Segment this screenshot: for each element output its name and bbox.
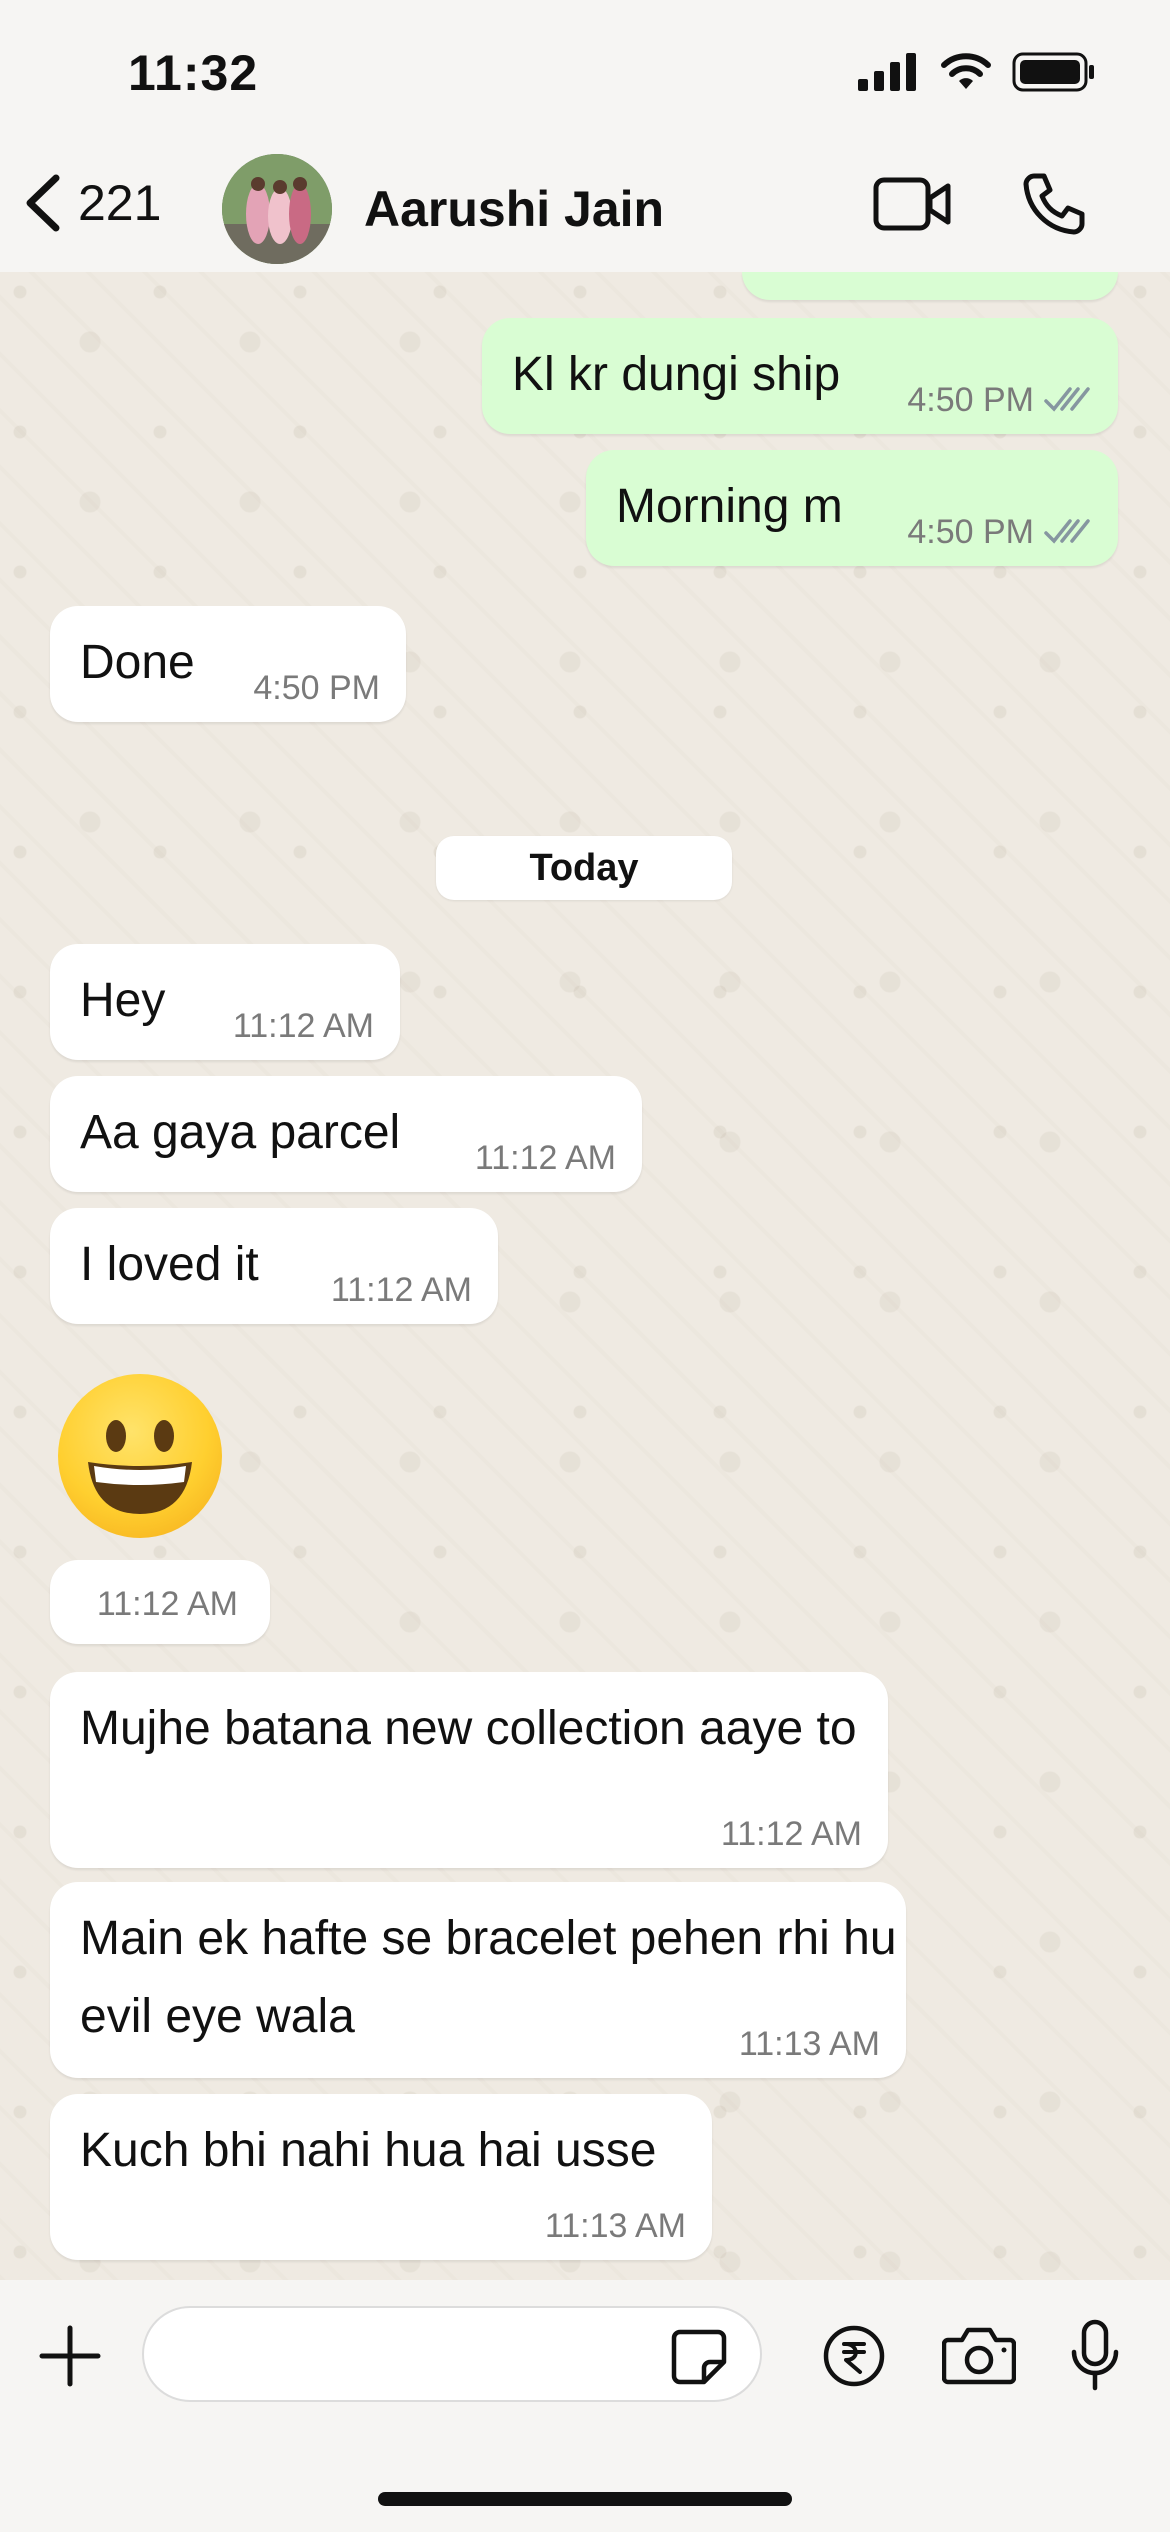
message-meta: 4:50 PM — [907, 512, 1092, 552]
message-meta: 11:12 AM — [475, 1138, 616, 1178]
mic-icon — [1071, 2319, 1119, 2391]
message-time: 11:13 AM — [544, 2207, 686, 2245]
message-time: 11:12 AM — [330, 1271, 472, 1309]
back-button[interactable]: 221 — [20, 172, 161, 234]
phone-icon — [1023, 173, 1085, 235]
avatar[interactable] — [222, 154, 332, 264]
grinning-face-icon — [88, 1420, 192, 1514]
message-bubble-incoming[interactable]: Mujhe batana new collection aaye to 11:1… — [50, 1672, 888, 1868]
rupee-icon — [823, 2325, 885, 2387]
camera-button[interactable] — [941, 2324, 1017, 2391]
message-text: Done — [80, 636, 195, 689]
message-bubble-clipped — [742, 272, 1118, 300]
message-text: Morning m — [616, 480, 843, 533]
grinning-face-emoji[interactable] — [58, 1374, 222, 1538]
message-meta: 4:50 PM — [907, 380, 1092, 420]
plus-icon — [39, 2325, 101, 2387]
status-bar: 11:32 — [0, 0, 1170, 150]
message-bubble-outgoing[interactable]: Morning m 4:50 PM — [586, 450, 1118, 566]
message-bubble-incoming[interactable]: I loved it 11:12 AM — [50, 1208, 498, 1324]
message-time: 11:12 AM — [474, 1139, 616, 1177]
message-text: Hey — [80, 974, 166, 1027]
message-meta: 11:13 AM — [545, 2206, 686, 2246]
message-time: 11:13 AM — [738, 2025, 880, 2063]
message-meta: 11:12 AM — [97, 1584, 238, 1624]
message-text: Mujhe batana new collection aaye to — [80, 1702, 857, 1755]
message-text: Aa gaya parcel — [80, 1106, 401, 1159]
message-bubble-incoming[interactable]: Kuch bhi nahi hua hai usse 11:13 AM — [50, 2094, 712, 2260]
sticker-icon — [671, 2329, 727, 2385]
message-time: 11:12 AM — [720, 1815, 862, 1853]
sticker-button[interactable] — [670, 2328, 728, 2391]
message-input-bar — [0, 2280, 1170, 2532]
unread-count: 221 — [78, 175, 162, 231]
message-bubble-incoming[interactable]: Main ek hafte se bracelet pehen rhi hu e… — [50, 1882, 906, 2078]
avatar-photo — [222, 154, 332, 264]
message-meta: 4:50 PM — [253, 668, 380, 708]
contact-name[interactable]: Aarushi Jain — [364, 180, 664, 238]
message-time: 4:50 PM — [253, 669, 380, 707]
message-meta: 11:12 AM — [721, 1814, 862, 1854]
message-bubble-incoming[interactable]: 11:12 AM — [50, 1560, 270, 1644]
message-bubble-outgoing[interactable]: Kl kr dungi ship 4:50 PM — [482, 318, 1118, 434]
attach-button[interactable] — [38, 2324, 102, 2393]
cellular-signal-icon — [858, 53, 916, 91]
message-bubble-incoming[interactable]: Aa gaya parcel 11:12 AM — [50, 1076, 642, 1192]
voice-message-button[interactable] — [1068, 2318, 1122, 2399]
chevron-left-icon — [26, 174, 60, 232]
message-meta: 11:12 AM — [331, 1270, 472, 1310]
message-bubble-incoming[interactable]: Hey 11:12 AM — [50, 944, 400, 1060]
message-time: 4:50 PM — [907, 381, 1034, 419]
message-time: 11:12 AM — [96, 1585, 238, 1623]
voice-call-button[interactable] — [1020, 170, 1086, 241]
day-separator: Today — [436, 836, 732, 900]
message-text: I loved it — [80, 1238, 259, 1291]
video-call-icon — [873, 177, 951, 231]
camera-icon — [941, 2327, 1017, 2385]
wifi-icon — [941, 53, 991, 89]
status-icons — [858, 52, 1096, 92]
message-time: 4:50 PM — [907, 513, 1034, 551]
status-time: 11:32 — [128, 45, 259, 101]
message-meta: 11:13 AM — [739, 2024, 880, 2064]
message-meta: 11:12 AM — [233, 1006, 374, 1046]
payment-button[interactable] — [822, 2324, 886, 2393]
battery-icon — [1012, 52, 1094, 92]
double-check-icon — [1044, 387, 1090, 412]
message-bubble-incoming[interactable]: Done 4:50 PM — [50, 606, 406, 722]
message-time: 11:12 AM — [232, 1007, 374, 1045]
double-check-icon — [1044, 519, 1090, 544]
message-text: Kl kr dungi ship — [512, 348, 841, 401]
home-indicator — [378, 2492, 792, 2506]
chat-header: 221 Aarushi Jain — [0, 150, 1170, 272]
message-text: Kuch bhi nahi hua hai usse — [80, 2124, 657, 2177]
video-call-button[interactable] — [872, 174, 952, 239]
message-input[interactable] — [142, 2306, 762, 2402]
